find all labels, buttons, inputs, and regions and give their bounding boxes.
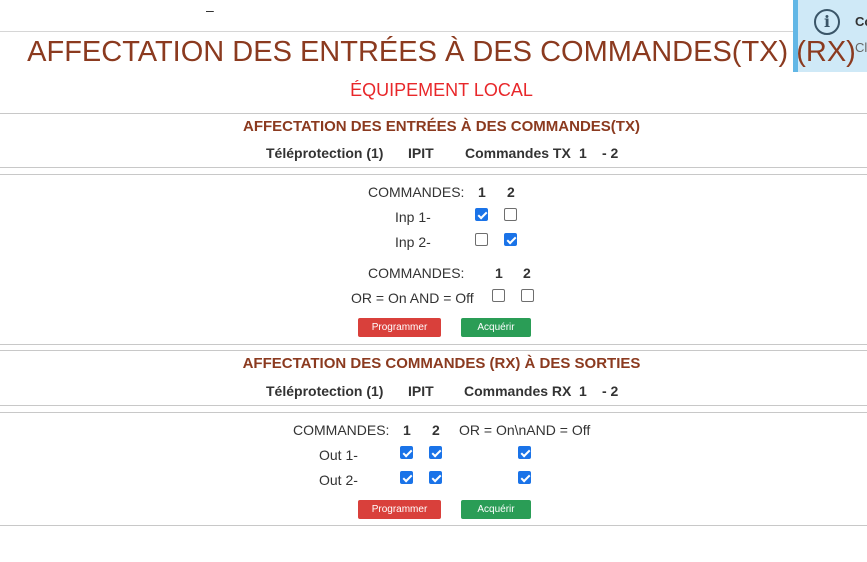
rx-out1-logic-checkbox[interactable] (518, 446, 531, 459)
tx-command-2-header: 2 (507, 184, 515, 200)
tx-inp1-cmd1-checkbox[interactable] (475, 208, 488, 221)
tx-row-label: Inp 2- (395, 234, 431, 250)
top-dash: – (206, 2, 214, 18)
notification-title: Co (855, 14, 867, 29)
tx-command-1-header: 1 (478, 184, 486, 200)
rx-teleprotection: Téléprotection (1) (266, 383, 384, 399)
rx-acquire-button[interactable]: Acquérir (461, 500, 531, 519)
divider (0, 350, 867, 351)
rx-out1-cmd2-checkbox[interactable] (429, 446, 442, 459)
tx-ipit: IPIT (408, 145, 434, 161)
tx-inp1-cmd2-checkbox[interactable] (504, 208, 517, 221)
rx-command-2-header: 2 (432, 422, 440, 438)
tx-logic-command-1-header: 1 (495, 265, 503, 281)
top-bar: – (0, 0, 867, 32)
rx-out2-logic-checkbox[interactable] (518, 471, 531, 484)
rx-commands-label: Commandes RX (464, 383, 572, 399)
tx-logic-cmd2-checkbox[interactable] (521, 289, 534, 302)
rx-ipit: IPIT (408, 383, 434, 399)
rx-program-button[interactable]: Programmer (358, 500, 441, 519)
tx-row-label: Inp 1- (395, 209, 431, 225)
tx-logic-commands-header: COMMANDES: (368, 265, 465, 281)
info-icon: i (814, 9, 840, 35)
tx-acquire-button[interactable]: Acquérir (461, 318, 531, 337)
rx-command-1-header: 1 (403, 422, 411, 438)
rx-row-label: Out 1- (319, 447, 358, 463)
tx-range-end: - 2 (602, 145, 619, 161)
tx-logic-cmd1-checkbox[interactable] (492, 289, 505, 302)
rx-range-end: - 2 (602, 383, 619, 399)
tx-program-button[interactable]: Programmer (358, 318, 441, 337)
divider (0, 525, 867, 526)
tx-commands-label: Commandes TX (465, 145, 571, 161)
rx-out2-cmd2-checkbox[interactable] (429, 471, 442, 484)
divider (0, 174, 867, 175)
tx-logic-command-2-header: 2 (523, 265, 531, 281)
tx-section-title: AFFECTATION DES ENTRÉES À DES COMMANDES(… (243, 118, 640, 135)
rx-row-label: Out 2- (319, 472, 358, 488)
tx-commands-header: COMMANDES: (368, 184, 465, 200)
divider (0, 113, 867, 114)
rx-out2-cmd1-checkbox[interactable] (400, 471, 413, 484)
divider (0, 405, 867, 406)
tx-teleprotection: Téléprotection (1) (266, 145, 384, 161)
page-subtitle: ÉQUIPEMENT LOCAL (350, 80, 533, 100)
divider (0, 412, 867, 413)
divider (0, 167, 867, 168)
rx-section-title: AFFECTATION DES COMMANDES (RX) À DES SOR… (242, 355, 641, 372)
rx-out1-cmd1-checkbox[interactable] (400, 446, 413, 459)
page-title: AFFECTATION DES ENTRÉES À DES COMMANDES(… (27, 36, 856, 68)
tx-inp2-cmd2-checkbox[interactable] (504, 233, 517, 246)
tx-range-start: 1 (579, 145, 587, 161)
rx-logic-header: OR = On\nAND = Off (459, 422, 591, 438)
rx-commands-header: COMMANDES: (293, 422, 390, 438)
rx-range-start: 1 (579, 383, 587, 399)
tx-logic-label: OR = On AND = Off (351, 290, 474, 306)
divider (0, 344, 867, 345)
tx-inp2-cmd1-checkbox[interactable] (475, 233, 488, 246)
